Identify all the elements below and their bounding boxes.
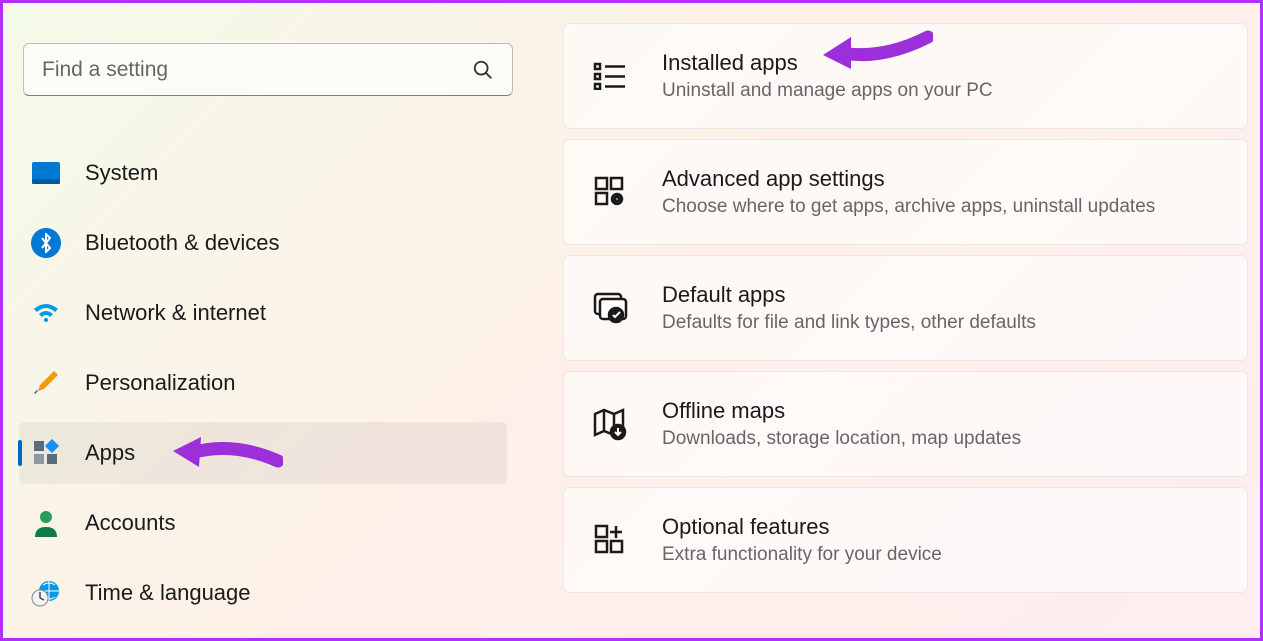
card-title: Advanced app settings	[662, 166, 1155, 192]
search-icon	[472, 59, 494, 81]
default-apps-icon	[592, 290, 628, 326]
card-title: Default apps	[662, 282, 1036, 308]
search-box[interactable]	[23, 43, 513, 96]
sidebar-item-time-language[interactable]: Time & language	[19, 562, 507, 624]
map-icon	[592, 406, 628, 442]
sidebar-item-accounts[interactable]: Accounts	[19, 492, 507, 554]
system-icon	[31, 158, 61, 188]
sidebar-item-network[interactable]: Network & internet	[19, 282, 507, 344]
bluetooth-icon	[31, 228, 61, 258]
card-optional-features[interactable]: Optional features Extra functionality fo…	[563, 487, 1248, 593]
sidebar-item-label: Accounts	[85, 510, 176, 536]
card-subtitle: Defaults for file and link types, other …	[662, 312, 1036, 334]
search-input[interactable]	[42, 58, 472, 82]
settings-sidebar: System Bluetooth & devices Network & int…	[3, 3, 523, 638]
brush-icon	[31, 368, 61, 398]
sidebar-item-system[interactable]: System	[19, 142, 507, 204]
sidebar-item-label: Personalization	[85, 370, 235, 396]
card-default-apps[interactable]: Default apps Defaults for file and link …	[563, 255, 1248, 361]
card-title: Optional features	[662, 514, 942, 540]
clock-globe-icon	[31, 578, 61, 608]
sidebar-item-apps[interactable]: Apps	[19, 422, 507, 484]
sidebar-item-label: Bluetooth & devices	[85, 230, 279, 256]
apps-icon	[31, 438, 61, 468]
card-installed-apps[interactable]: Installed apps Uninstall and manage apps…	[563, 23, 1248, 129]
sidebar-item-bluetooth[interactable]: Bluetooth & devices	[19, 212, 507, 274]
card-title: Installed apps	[662, 50, 993, 76]
sidebar-item-label: System	[85, 160, 158, 186]
sidebar-item-label: Apps	[85, 440, 135, 466]
wifi-icon	[31, 298, 61, 328]
card-subtitle: Extra functionality for your device	[662, 544, 942, 566]
card-offline-maps[interactable]: Offline maps Downloads, storage location…	[563, 371, 1248, 477]
card-advanced-app-settings[interactable]: Advanced app settings Choose where to ge…	[563, 139, 1248, 245]
sidebar-item-personalization[interactable]: Personalization	[19, 352, 507, 414]
card-subtitle: Uninstall and manage apps on your PC	[662, 80, 993, 102]
list-icon	[592, 58, 628, 94]
card-subtitle: Choose where to get apps, archive apps, …	[662, 196, 1155, 218]
settings-main: Installed apps Uninstall and manage apps…	[523, 3, 1260, 638]
person-icon	[31, 508, 61, 538]
sidebar-item-label: Network & internet	[85, 300, 266, 326]
card-title: Offline maps	[662, 398, 1021, 424]
grid-gear-icon	[592, 174, 628, 210]
sidebar-item-label: Time & language	[85, 580, 251, 606]
card-subtitle: Downloads, storage location, map updates	[662, 428, 1021, 450]
grid-plus-icon	[592, 522, 628, 558]
